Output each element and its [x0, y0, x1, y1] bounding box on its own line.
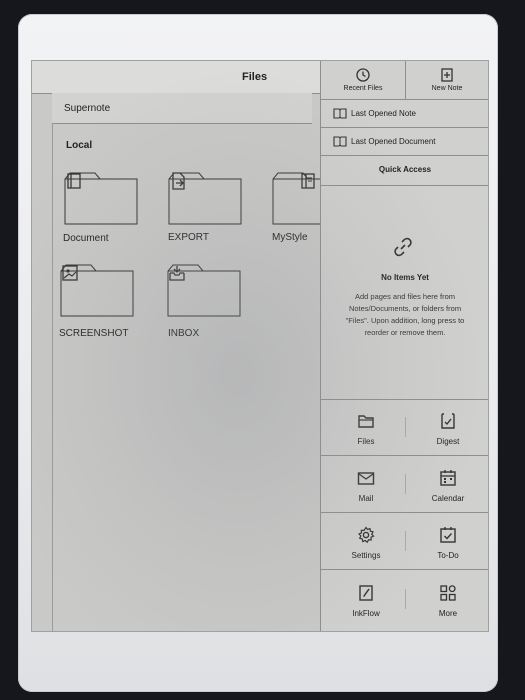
app-settings[interactable]: Settings: [327, 513, 405, 569]
app-label-digest: Digest: [436, 437, 460, 446]
folder-label-inbox: INBOX: [168, 328, 200, 339]
inbox-tray-icon: [169, 266, 185, 281]
todo-icon: [440, 527, 456, 543]
section-label-local: Local: [66, 140, 93, 151]
recent-files-button[interactable]: Recent Files: [321, 61, 406, 100]
book-icon: [67, 173, 81, 189]
app-label-settings: Settings: [351, 551, 381, 560]
folder-screenshot[interactable]: [60, 263, 134, 317]
quick-access-title: Quick Access: [378, 165, 432, 174]
app-divider: [405, 417, 406, 437]
quick-access-panel: Recent Files New Note Last Opened Note L…: [320, 61, 488, 631]
breadcrumb[interactable]: Supernote: [52, 93, 312, 124]
app-row-divider: [321, 569, 488, 570]
quick-access-empty-state: No Items Yet Add pages and files here fr…: [321, 185, 488, 400]
app-todo[interactable]: To-Do: [409, 513, 487, 569]
image-icon: [62, 265, 78, 281]
digest-icon: [441, 413, 455, 429]
quick-access-header: Quick Access: [321, 155, 488, 186]
folder-document[interactable]: [64, 171, 138, 225]
last-opened-document-label: Last Opened Document: [351, 137, 436, 146]
app-label-mail: Mail: [358, 494, 374, 503]
app-more[interactable]: More: [409, 571, 487, 627]
folder-label-export: EXPORT: [168, 232, 209, 243]
app-label-calendar: Calendar: [431, 494, 465, 503]
app-calendar[interactable]: Calendar: [409, 456, 487, 512]
more-apps-icon: [440, 585, 456, 601]
empty-state-text: Add pages and files here from Notes/Docu…: [345, 292, 465, 337]
folder-label-screenshot: SCREENSHOT: [59, 328, 129, 339]
calendar-icon: [440, 470, 456, 486]
document-book-icon: [333, 136, 347, 147]
app-inkflow[interactable]: InkFlow: [327, 571, 405, 627]
app-divider: [405, 474, 406, 494]
breadcrumb-root[interactable]: Supernote: [64, 103, 110, 114]
app-digest[interactable]: Digest: [409, 399, 487, 455]
last-opened-document-button[interactable]: Last Opened Document: [321, 128, 488, 156]
app-files[interactable]: Files: [327, 399, 405, 455]
export-file-icon: [172, 172, 185, 190]
app-label-inkflow: InkFlow: [352, 609, 380, 618]
last-opened-note-label: Last Opened Note: [351, 109, 416, 118]
new-note-label: New Note: [431, 85, 463, 92]
new-note-icon: [441, 68, 453, 82]
folder-export[interactable]: [168, 171, 242, 225]
folder-label-document: Document: [63, 233, 109, 244]
app-label-todo: To-Do: [437, 551, 459, 560]
content-left-border: [52, 93, 53, 631]
template-icon: [301, 173, 315, 189]
clock-icon: [356, 68, 370, 82]
new-note-button[interactable]: New Note: [405, 61, 488, 100]
inkflow-icon: [359, 585, 373, 601]
screen: Files Supernote Local Document EXPORT My…: [31, 60, 489, 632]
app-divider: [405, 589, 406, 609]
app-label-more: More: [438, 609, 458, 618]
app-mail[interactable]: Mail: [327, 456, 405, 512]
folder-inbox[interactable]: [167, 263, 241, 317]
last-opened-note-button[interactable]: Last Opened Note: [321, 100, 488, 128]
folder-icon: [358, 415, 374, 428]
mail-icon: [357, 472, 375, 485]
app-label-files: Files: [357, 437, 375, 446]
recent-files-label: Recent Files: [343, 85, 383, 92]
page-title: Files: [242, 71, 268, 83]
empty-state-title: No Items Yet: [381, 273, 429, 282]
open-book-icon: [333, 108, 347, 119]
gear-icon: [357, 526, 375, 544]
app-divider: [405, 531, 406, 551]
link-icon: [394, 237, 412, 257]
folder-label-mystyle: MyStyle: [272, 232, 308, 243]
